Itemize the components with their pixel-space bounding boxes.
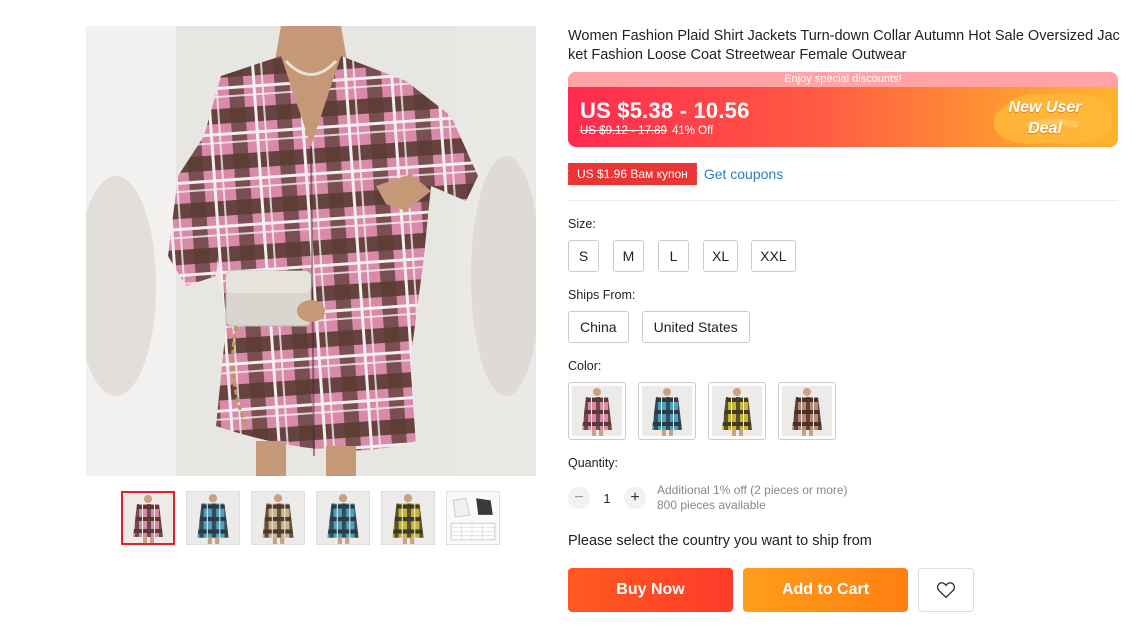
thumbnail-yellow-plaid[interactable] [381, 491, 435, 545]
quantity-note: Additional 1% off (2 pieces or more) 800… [657, 483, 848, 513]
price-banner: Enjoy special discounts! US $5.38 - 10.5… [568, 72, 1118, 147]
ships-from-label: Ships From: [568, 288, 636, 302]
color-option-brown[interactable] [778, 382, 836, 440]
deal-line-2: Deal [1028, 120, 1062, 137]
color-options [568, 382, 836, 440]
quantity-stepper: − 1 + Additional 1% off (2 pieces or mor… [568, 483, 848, 513]
ships-from-options: China United States [568, 311, 750, 343]
quantity-increase-button[interactable]: + [624, 487, 646, 509]
size-option-l[interactable]: L [658, 240, 689, 272]
size-options: S M L XL XXL [568, 240, 796, 272]
coupon-row: US $1.96 Вам купон Get coupons [566, 163, 783, 185]
size-option-m[interactable]: M [613, 240, 644, 272]
size-label: Size: [568, 217, 596, 231]
thumbnail-strip [121, 491, 500, 545]
deal-line-1: New User [1008, 99, 1082, 116]
thumbnail-size-chart[interactable] [446, 491, 500, 545]
size-option-xxl[interactable]: XXL [751, 240, 796, 272]
quantity-value[interactable]: 1 [590, 491, 624, 506]
divider [568, 200, 1118, 201]
ships-from-united-states[interactable]: United States [641, 311, 750, 343]
size-option-xl[interactable]: XL [703, 240, 739, 272]
new-user-deal-badge[interactable]: New User Deal [990, 97, 1100, 139]
color-option-yellow[interactable] [708, 382, 766, 440]
add-to-cart-button[interactable]: Add to Cart [743, 568, 908, 612]
current-price: US $5.38 - 10.56 [580, 98, 750, 123]
color-option-pink[interactable] [568, 382, 626, 440]
product-main-image[interactable] [86, 26, 536, 476]
wishlist-button[interactable] [918, 568, 974, 612]
heart-icon [936, 582, 956, 599]
quantity-label: Quantity: [568, 456, 619, 470]
product-title: Women Fashion Plaid Shirt Jackets Turn-d… [568, 28, 1120, 63]
thumbnail-teal-plaid[interactable] [316, 491, 370, 545]
color-option-blue[interactable] [638, 382, 696, 440]
get-coupons-link[interactable]: Get coupons [704, 166, 783, 182]
size-option-s[interactable]: S [568, 240, 599, 272]
ships-from-china[interactable]: China [568, 311, 629, 343]
buy-now-button[interactable]: Buy Now [568, 568, 733, 612]
original-price: US $9.12 - 17.89 [580, 125, 667, 137]
thumbnail-beige-plaid[interactable] [251, 491, 305, 545]
discount-strip: Enjoy special discounts! [568, 72, 1118, 87]
bulk-discount-note: Additional 1% off (2 pieces or more) [657, 483, 848, 497]
color-label: Color: [568, 359, 602, 373]
quantity-decrease-button[interactable]: − [568, 487, 590, 509]
original-price-row: US $9.12 - 17.89 41% Off [580, 125, 713, 137]
discount-percent: 41% Off [671, 125, 714, 137]
thumbnail-pink-plaid[interactable] [121, 491, 175, 545]
thumbnail-blue-plaid[interactable] [186, 491, 240, 545]
coupon-tag[interactable]: US $1.96 Вам купон [566, 163, 699, 185]
stock-available-note: 800 pieces available [657, 498, 766, 512]
ship-country-message: Please select the country you want to sh… [568, 533, 872, 549]
